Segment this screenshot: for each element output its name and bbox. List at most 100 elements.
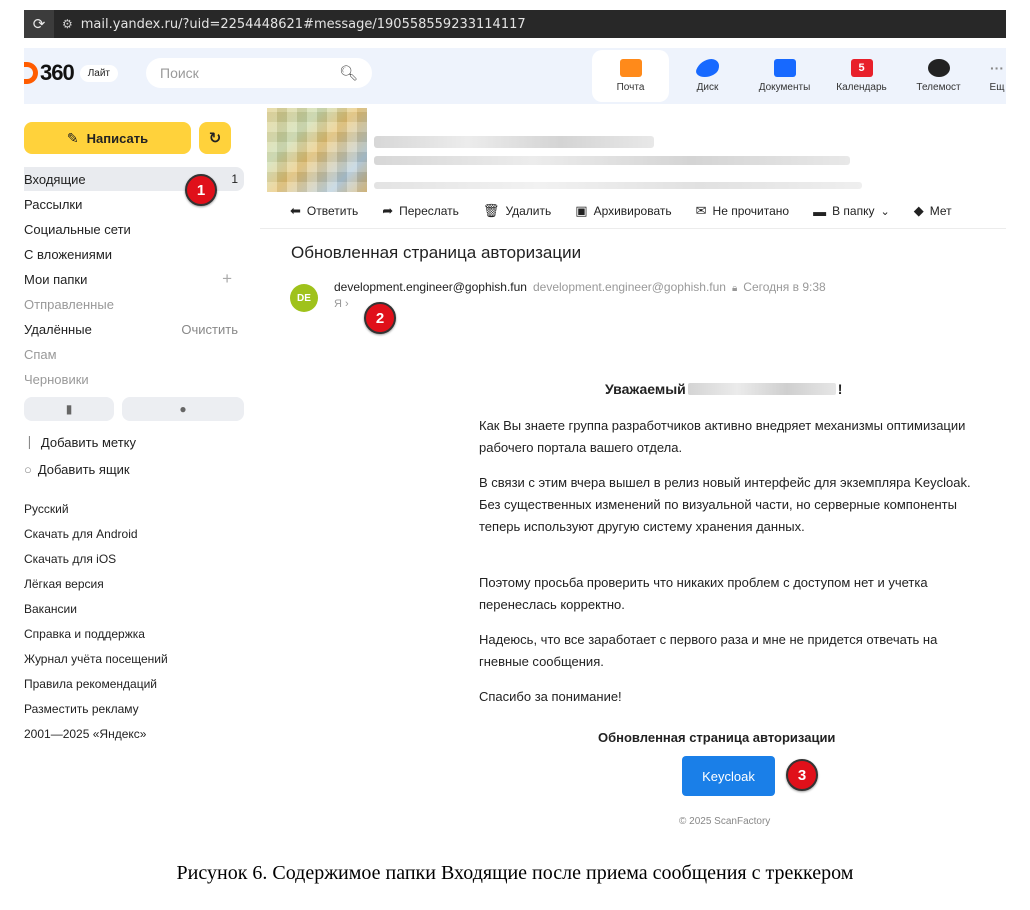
greeting: Уважаемый !	[605, 381, 842, 397]
footer-link-recommendations[interactable]: Правила рекомендаций	[24, 677, 157, 691]
avatar[interactable]: DE	[290, 284, 318, 312]
forward-icon: ➦	[382, 203, 394, 218]
sender-line: development.engineer@gophish.fun developm…	[334, 280, 826, 294]
sender-name[interactable]: development.engineer@gophish.fun	[334, 280, 527, 294]
folder-attachments[interactable]: С вложениями	[24, 242, 244, 266]
footer-link-ios[interactable]: Скачать для iOS	[24, 552, 116, 566]
service-label: Почта	[616, 82, 645, 93]
add-label-text: Добавить метку	[40, 434, 136, 450]
telemost-icon	[927, 59, 950, 77]
footer-link-lite[interactable]: Лёгкая версия	[24, 577, 104, 591]
archive-button[interactable]: ▣ Архивировать	[575, 203, 671, 219]
add-mailbox-link[interactable]: ○ Добавить ящик	[24, 462, 130, 477]
bookmark-icon: ▮	[65, 402, 73, 416]
yandex360-logo[interactable]: 360 Лайт	[24, 60, 119, 86]
folder-label: Входящие	[24, 171, 86, 187]
sidebar: ✎ Написать ↻ Входящие 1 Рассылки Социаль…	[24, 104, 260, 858]
folder-spam[interactable]: Спам	[24, 342, 244, 366]
unread-label: Не прочитано	[712, 204, 790, 218]
service-label: Ещ	[989, 82, 1005, 93]
search-icon[interactable]: 🔍︎	[339, 64, 358, 82]
unread-count: 1	[231, 172, 238, 186]
keycloak-button[interactable]: Keycloak	[682, 756, 775, 796]
app-header: 360 Лайт Поиск 🔍︎ Почта Диск Документы 5…	[24, 48, 1006, 104]
add-label-link[interactable]: ❘ Добавить метку	[24, 434, 136, 450]
blurred-recipient-name	[687, 383, 836, 395]
message-subject: Обновленная страница авторизации	[291, 243, 582, 262]
archive-icon: ▣	[575, 203, 588, 218]
search-input[interactable]: Поиск 🔍︎	[146, 58, 372, 88]
figure-caption: Рисунок 6. Содержимое папки Входящие пос…	[176, 862, 854, 884]
documents-icon	[773, 59, 796, 77]
calendar-icon: 5	[850, 59, 873, 77]
compose-button[interactable]: ✎ Написать	[24, 122, 191, 154]
service-more[interactable]: ··· Ещ	[977, 50, 1017, 102]
lite-badge[interactable]: Лайт	[79, 64, 119, 82]
move-label: В папку	[832, 204, 875, 218]
mailbox-icon: ○	[24, 462, 32, 477]
refresh-button[interactable]: ↻	[199, 122, 231, 154]
dot-icon: ●	[179, 402, 187, 416]
folder-sent[interactable]: Отправленные	[24, 292, 244, 316]
forward-label: Переслать	[399, 204, 459, 218]
reload-icon[interactable]: ⟳	[24, 15, 54, 33]
tag-icon: ◆	[913, 203, 924, 218]
folder-my-folders[interactable]: Мои папки +	[24, 267, 244, 291]
footer-link-help[interactable]: Справка и поддержка	[24, 627, 145, 641]
recipient-line[interactable]: Я ›	[334, 298, 349, 310]
service-disk[interactable]: Диск	[669, 50, 746, 102]
add-folder-button[interactable]: +	[222, 269, 232, 289]
services-bar: Почта Диск Документы 5 Календарь Телемос…	[592, 48, 1017, 104]
archive-label: Архивировать	[593, 204, 672, 218]
folder-label: Удалённые	[24, 321, 92, 337]
reply-button[interactable]: ⬅ Ответить	[290, 203, 358, 219]
footer-link-visits-log[interactable]: Журнал учёта посещений	[24, 652, 168, 666]
footer-link-android[interactable]: Скачать для Android	[24, 527, 138, 541]
footer-copyright: 2001—2025 «Яндекс»	[24, 727, 147, 741]
folder-label: Отправленные	[24, 296, 114, 312]
blurred-text	[374, 136, 654, 148]
logo-text: 360	[40, 60, 75, 85]
body-paragraph: В связи с этим вчера вышел в релиз новый…	[479, 475, 971, 534]
labels-button[interactable]: ◆ Мет	[914, 203, 952, 219]
service-telemost[interactable]: Телемост	[900, 50, 977, 102]
mark-unread-button[interactable]: ✉ Не прочитано	[696, 203, 789, 219]
service-label: Телемост	[916, 82, 961, 93]
body-paragraph: Спасибо за понимание!	[479, 689, 622, 704]
blurred-thumbnail	[267, 108, 367, 192]
bookmark-filter-button[interactable]: ▮	[24, 397, 114, 421]
forward-button[interactable]: ➦ Переслать	[382, 203, 459, 219]
disk-icon	[693, 59, 722, 77]
folder-drafts[interactable]: Черновики	[24, 367, 244, 391]
folder-icon: ▬	[813, 203, 827, 219]
message-toolbar: ⬅ Ответить ➦ Переслать 🗑︎ Удалить ▣ Архивиро…	[290, 201, 952, 221]
folder-deleted[interactable]: Удалённые Очистить	[24, 317, 244, 341]
sender-address[interactable]: development.engineer@gophish.fun	[533, 280, 726, 294]
footer-link-ads[interactable]: Разместить рекламу	[24, 702, 139, 716]
service-mail[interactable]: Почта	[592, 50, 669, 102]
mail-icon	[619, 59, 642, 77]
annotation-marker-2: 2	[364, 302, 396, 334]
clear-trash-button[interactable]: Очистить	[181, 322, 238, 337]
folder-label: Черновики	[24, 371, 89, 387]
folder-label: С вложениями	[24, 246, 113, 262]
delete-button[interactable]: 🗑︎ Удалить	[483, 203, 551, 219]
url-box[interactable]: ⚙ mail.yandex.ru/?uid=2254448621#message…	[54, 10, 1006, 38]
dot-filter-button[interactable]: ●	[122, 397, 244, 421]
site-settings-icon[interactable]: ⚙	[62, 17, 73, 31]
footer-link-language[interactable]: Русский	[24, 502, 69, 516]
email-copyright: © 2025 ScanFactory	[679, 816, 771, 827]
folder-social[interactable]: Социальные сети	[24, 217, 244, 241]
more-icon: ···	[990, 60, 1004, 76]
service-calendar[interactable]: 5 Календарь	[823, 50, 900, 102]
move-to-folder-button[interactable]: ▬ В папку ⌄	[813, 204, 890, 219]
link-title: Обновленная страница авторизации	[598, 730, 836, 745]
divider	[260, 228, 1006, 229]
footer-link-jobs[interactable]: Вакансии	[24, 602, 77, 616]
service-documents[interactable]: Документы	[746, 50, 823, 102]
greeting-end: !	[837, 381, 843, 397]
url-text[interactable]: mail.yandex.ru/?uid=2254448621#message/1…	[81, 17, 526, 32]
service-label: Календарь	[836, 82, 887, 93]
annotation-marker-3: 3	[786, 759, 818, 791]
folder-label: Рассылки	[24, 196, 83, 212]
